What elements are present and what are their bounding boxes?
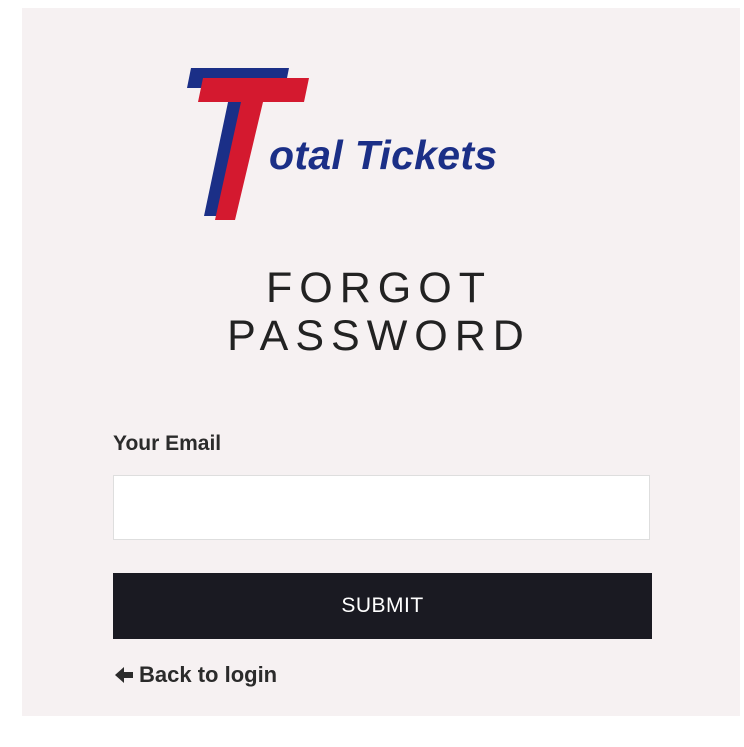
- total-tickets-logo: otal Tickets: [185, 66, 555, 226]
- email-label: Your Email: [113, 432, 222, 455]
- back-to-login-link[interactable]: Back to login: [113, 662, 277, 688]
- title-line-1: FORGOT: [266, 264, 492, 312]
- title-line-2: PASSWORD: [227, 312, 531, 360]
- logo-text: otal Tickets: [269, 132, 498, 178]
- back-link-label: Back to login: [139, 662, 278, 687]
- arrow-left-icon: [115, 667, 133, 683]
- page-title: FORGOT PASSWORD: [0, 264, 744, 360]
- email-field[interactable]: [113, 475, 650, 540]
- submit-button[interactable]: SUBMIT: [113, 573, 652, 639]
